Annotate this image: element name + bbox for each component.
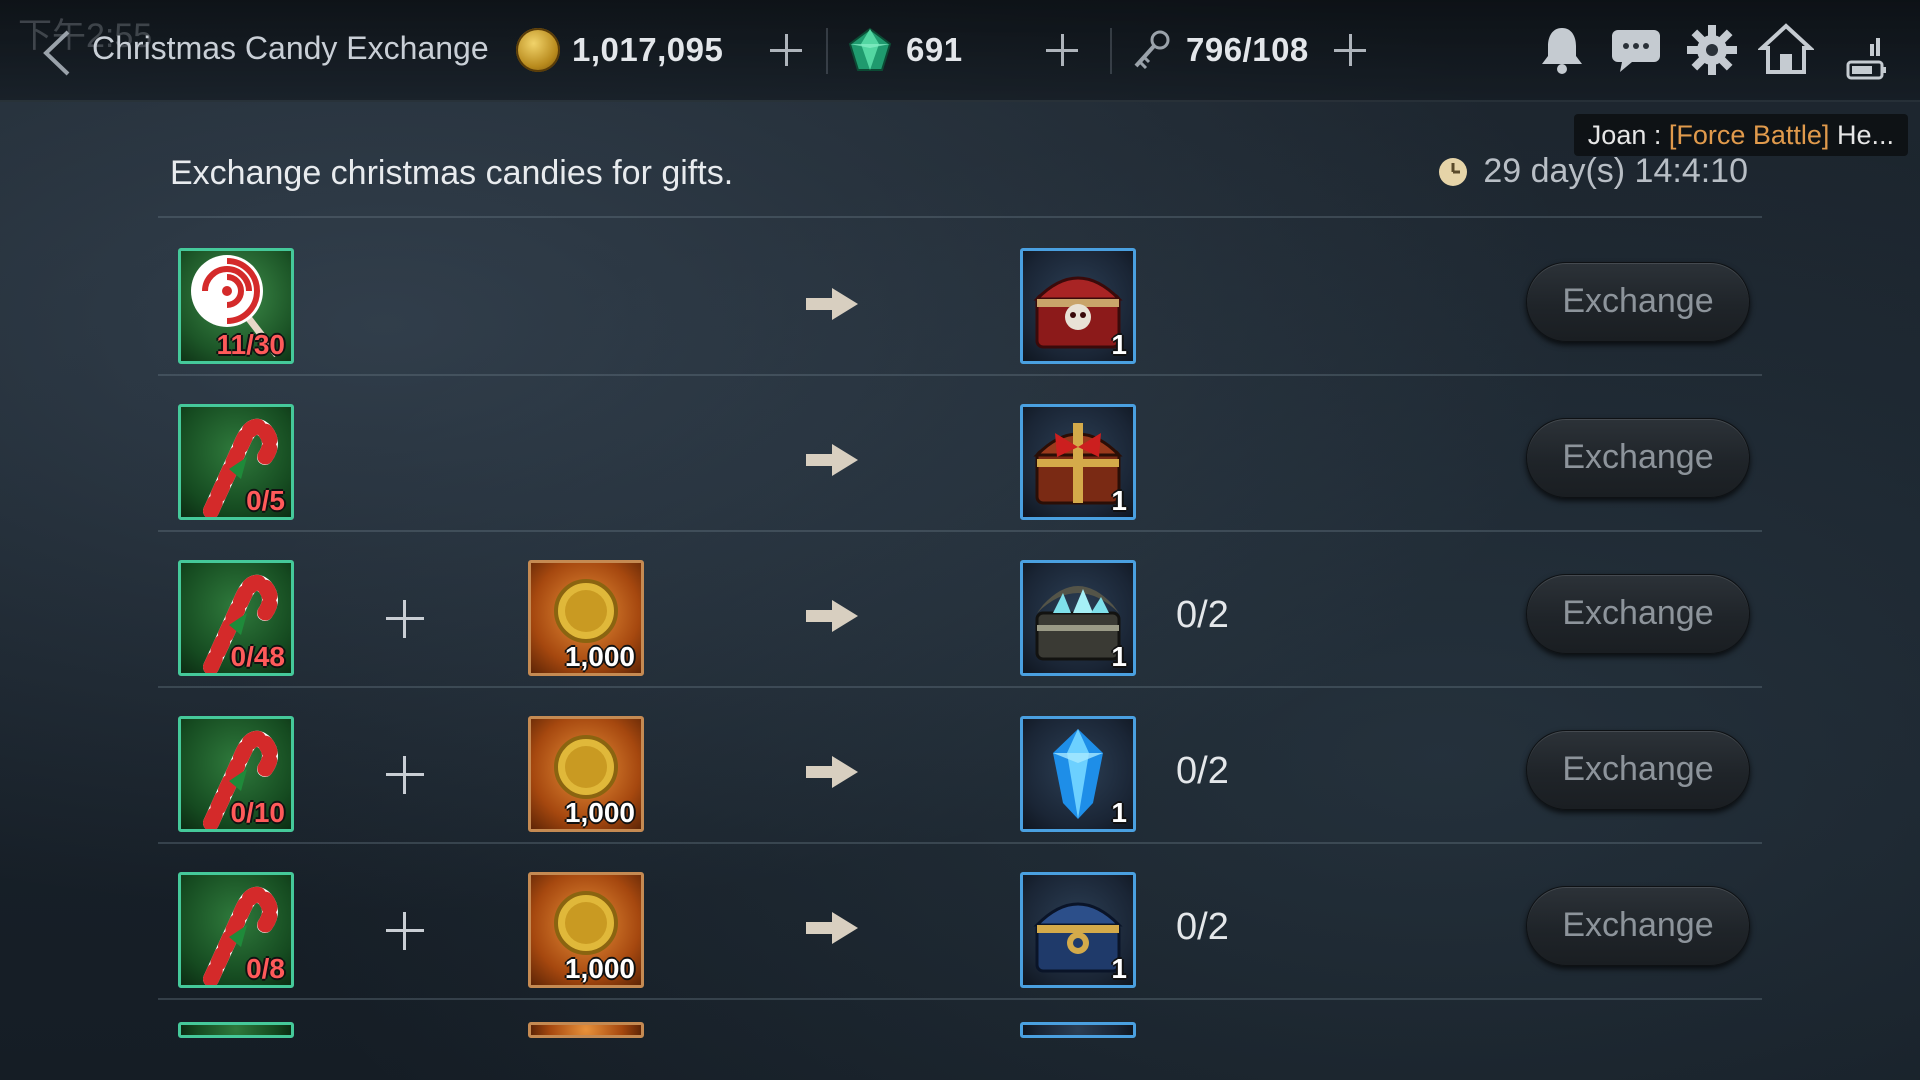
exchange-list[interactable]: 11/30 1 Exchange 0/5 1 Exchange 0/48 1,0… xyxy=(158,216,1762,1040)
add-stamina-button[interactable] xyxy=(1330,30,1370,70)
settings-button[interactable] xyxy=(1684,22,1740,78)
reward-count: 1 xyxy=(1111,953,1127,984)
gold-cost-slot[interactable]: 1,000 xyxy=(528,716,644,832)
reward-count: 1 xyxy=(1111,797,1127,828)
event-remaining-time: 29 day(s) 14:4:10 xyxy=(1483,152,1748,190)
exchange-button[interactable]: Exchange xyxy=(1526,886,1750,966)
add-gold-button[interactable] xyxy=(766,30,806,70)
reward-item-slot[interactable]: 1 xyxy=(1020,248,1136,364)
arrow-right-icon xyxy=(806,288,858,320)
plus-icon xyxy=(386,912,424,950)
plus-icon xyxy=(386,600,424,638)
chat-button[interactable] xyxy=(1608,22,1664,78)
reward-count: 1 xyxy=(1111,641,1127,672)
candy-cane-item-slot[interactable]: 0/10 xyxy=(178,716,294,832)
battery-icon xyxy=(1846,38,1886,80)
chat-channel-tag: [Force Battle] xyxy=(1668,120,1830,150)
gold-coin-icon xyxy=(516,28,560,72)
chat-bubble-icon xyxy=(1612,30,1660,72)
reward-item-slot[interactable]: 1 xyxy=(1020,872,1136,988)
exchange-limit: 0/2 xyxy=(1176,750,1229,792)
page-title: Christmas Candy Exchange xyxy=(92,30,489,66)
gold-cost: 1,000 xyxy=(564,641,635,672)
home-icon xyxy=(1756,23,1816,74)
clock-icon xyxy=(1439,157,1468,186)
exchange-button[interactable]: Exchange xyxy=(1526,418,1750,498)
reward-count: 1 xyxy=(1111,485,1127,516)
back-button[interactable] xyxy=(38,28,78,78)
exchange-row: 11/30 1 Exchange xyxy=(158,218,1762,374)
event-description: Exchange christmas candies for gifts. xyxy=(170,154,734,192)
reward-item-slot[interactable]: 1 xyxy=(1020,404,1136,520)
lollipop-item-slot[interactable]: 11/30 xyxy=(178,248,294,364)
candy-cane-item-slot[interactable]: 0/5 xyxy=(178,404,294,520)
candy-cane-item-slot[interactable]: 0/8 xyxy=(178,872,294,988)
item-count: 0/5 xyxy=(246,485,285,516)
arrow-right-icon xyxy=(806,912,858,944)
gem-resource: 691 xyxy=(846,22,1096,78)
exchange-row: 0/10 1,000 1 0/2 Exchange xyxy=(158,686,1762,842)
reward-item-slot[interactable] xyxy=(1020,1022,1136,1038)
reward-count: 1 xyxy=(1111,329,1127,360)
stamina-key-icon xyxy=(1134,30,1170,70)
exchange-limit: 0/2 xyxy=(1176,594,1229,636)
gold-cost: 1,000 xyxy=(564,953,635,984)
gold-cost-slot[interactable] xyxy=(528,1022,644,1038)
gear-icon xyxy=(1687,25,1737,75)
item-count: 0/8 xyxy=(246,953,285,984)
arrow-right-icon xyxy=(806,756,858,788)
exchange-limit: 0/2 xyxy=(1176,906,1229,948)
green-gem-icon xyxy=(848,27,892,71)
exchange-row-partial xyxy=(158,998,1762,1038)
item-count: 11/30 xyxy=(216,329,285,360)
add-gem-button[interactable] xyxy=(1042,30,1082,70)
exchange-row: 0/5 1 Exchange xyxy=(158,374,1762,530)
gold-amount: 1,017,095 xyxy=(572,31,724,68)
gold-cost: 1,000 xyxy=(564,797,635,828)
stamina-resource: 796/108 xyxy=(1130,22,1380,78)
gold-cost-slot[interactable]: 1,000 xyxy=(528,872,644,988)
exchange-button[interactable]: Exchange xyxy=(1526,262,1750,342)
plus-icon xyxy=(386,756,424,794)
item-count: 0/10 xyxy=(230,797,286,828)
divider xyxy=(1110,28,1112,74)
event-timer: 29 day(s) 14:4:10 xyxy=(1437,152,1748,191)
arrow-right-icon xyxy=(806,444,858,476)
chat-message: He... xyxy=(1836,120,1894,150)
chevron-left-icon xyxy=(43,30,70,76)
candy-cane-item-slot[interactable]: 0/48 xyxy=(178,560,294,676)
reward-item-slot[interactable]: 1 xyxy=(1020,716,1136,832)
exchange-button[interactable]: Exchange xyxy=(1526,574,1750,654)
gold-cost-slot[interactable]: 1,000 xyxy=(528,560,644,676)
stamina-amount: 796/108 xyxy=(1186,31,1309,68)
chat-sender: Joan : xyxy=(1587,120,1662,150)
exchange-row: 0/48 1,000 1 0/2 Exchange xyxy=(158,530,1762,686)
chat-ticker[interactable]: Joan : [Force Battle] He... xyxy=(1573,114,1908,156)
gem-amount: 691 xyxy=(906,31,963,68)
exchange-button[interactable]: Exchange xyxy=(1526,730,1750,810)
bell-icon xyxy=(1542,28,1582,74)
reward-item-slot[interactable]: 1 xyxy=(1020,560,1136,676)
top-bar: 下午2:55 Christmas Candy Exchange 1,017,09… xyxy=(0,0,1920,102)
gold-resource: 1,017,095 xyxy=(516,22,802,78)
status-indicators xyxy=(1840,22,1900,80)
item-count: 0/48 xyxy=(230,641,286,672)
arrow-right-icon xyxy=(806,600,858,632)
notification-button[interactable] xyxy=(1534,22,1590,78)
home-button[interactable] xyxy=(1756,22,1816,78)
candy-cane-item-slot[interactable] xyxy=(178,1022,294,1038)
divider xyxy=(826,28,828,74)
exchange-row: 0/8 1,000 1 0/2 Exchange xyxy=(158,842,1762,998)
